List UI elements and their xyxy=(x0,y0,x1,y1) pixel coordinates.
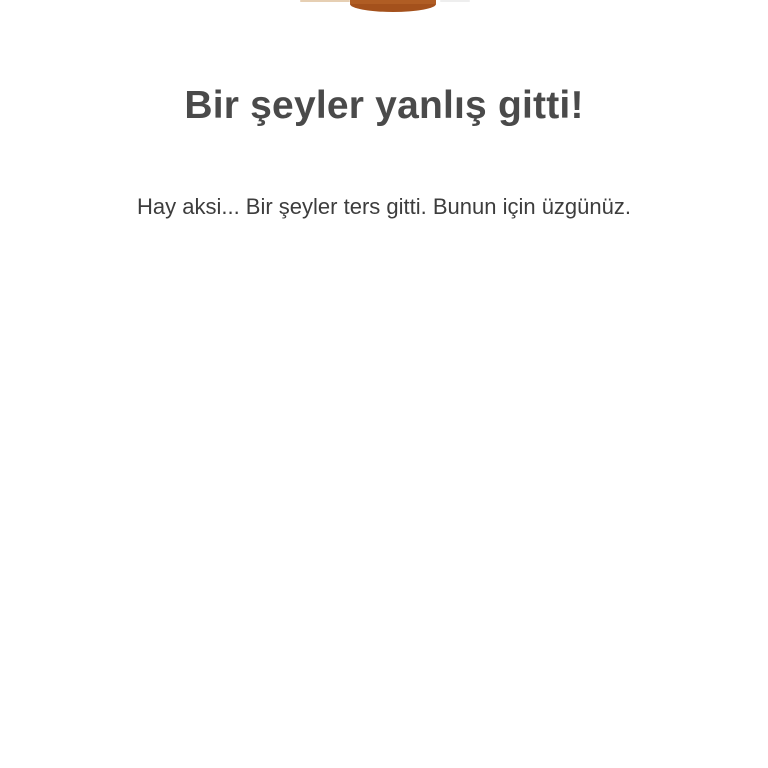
error-message: Hay aksi... Bir şeyler ters gitti. Bunun… xyxy=(137,194,631,219)
broken-pot-icon xyxy=(300,0,470,12)
error-illustration xyxy=(0,0,768,14)
page-title: Bir şeyler yanlış gitti! xyxy=(184,84,584,127)
